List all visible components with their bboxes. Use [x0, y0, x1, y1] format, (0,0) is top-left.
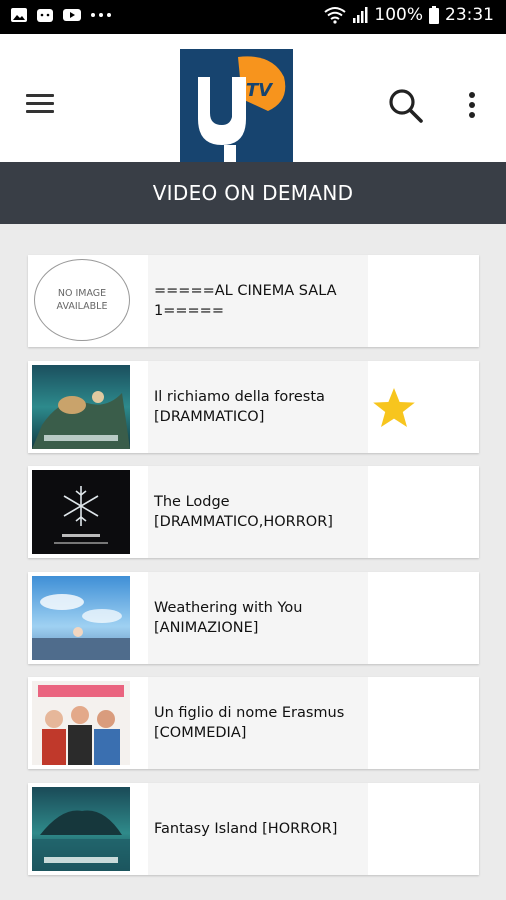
item-text: Il richiamo della foresta [DRAMMATICO] [148, 360, 368, 453]
signal-icon [353, 7, 368, 23]
item-title: Un figlio di nome Erasmus [154, 705, 345, 721]
gallery-icon [11, 8, 27, 22]
item-text: Weathering with You [ANIMAZIONE] [148, 571, 368, 664]
section-title: VIDEO ON DEMAND [152, 181, 354, 205]
logo-icon: TV [198, 56, 286, 162]
list-item[interactable]: Il richiamo della foresta [DRAMMATICO] [28, 360, 479, 453]
overflow-menu-button[interactable] [468, 92, 476, 120]
item-title: The Lodge [154, 494, 230, 510]
app-logo: TV [180, 49, 293, 162]
wifi-icon [324, 7, 347, 24]
clock: 23:31 [445, 5, 494, 25]
logo-text: TV [246, 80, 274, 101]
item-subtitle: [DRAMMATICO,HORROR] [154, 514, 333, 530]
battery-percent: 100% [374, 5, 423, 25]
poster-image [32, 470, 130, 554]
app-bar: TV [0, 34, 506, 162]
search-icon[interactable] [388, 88, 424, 124]
status-bar: 100% 23:31 [0, 0, 506, 34]
list-item[interactable]: Un figlio di nome Erasmus [COMMEDIA] [28, 677, 479, 769]
item-text: The Lodge [DRAMMATICO,HORROR] [148, 466, 368, 558]
youtube-icon [63, 9, 81, 21]
favorite-star-icon[interactable] [372, 387, 416, 429]
poster-image [32, 681, 130, 765]
item-title: =====AL CINEMA SALA [154, 283, 337, 299]
item-title: Weathering with You [154, 599, 303, 616]
item-subtitle: [DRAMMATICO] [154, 408, 265, 425]
section-header: VIDEO ON DEMAND [0, 162, 506, 224]
list-item[interactable]: The Lodge [DRAMMATICO,HORROR] [28, 466, 479, 558]
item-text: Un figlio di nome Erasmus [COMMEDIA] [148, 677, 368, 769]
more-notifications-icon [91, 13, 111, 17]
item-text: =====AL CINEMA SALA 1===== [148, 255, 368, 347]
item-text: Fantasy Island [HORROR] [148, 782, 368, 875]
battery-icon [429, 6, 439, 24]
item-title: Fantasy Island [HORROR] [154, 820, 338, 837]
list-item[interactable]: Fantasy Island [HORROR] [28, 782, 479, 875]
item-subtitle: [COMMEDIA] [154, 725, 247, 741]
more-vert-icon [469, 92, 475, 98]
hamburger-icon [26, 94, 54, 97]
poster-image [32, 364, 130, 449]
no-image-placeholder: NO IMAGE AVAILABLE [34, 259, 130, 341]
menu-button[interactable] [26, 94, 54, 114]
item-subtitle: 1===== [154, 303, 224, 319]
item-subtitle: [ANIMAZIONE] [154, 619, 259, 636]
android-icon [37, 9, 53, 22]
list-item[interactable]: Weathering with You [ANIMAZIONE] [28, 571, 479, 664]
poster-image [32, 786, 130, 871]
video-list: NO IMAGE AVAILABLE =====AL CINEMA SALA 1==… [28, 255, 479, 888]
list-item[interactable]: NO IMAGE AVAILABLE =====AL CINEMA SALA 1==… [28, 255, 479, 347]
poster-image [32, 575, 130, 660]
item-title: Il richiamo della foresta [154, 388, 325, 405]
